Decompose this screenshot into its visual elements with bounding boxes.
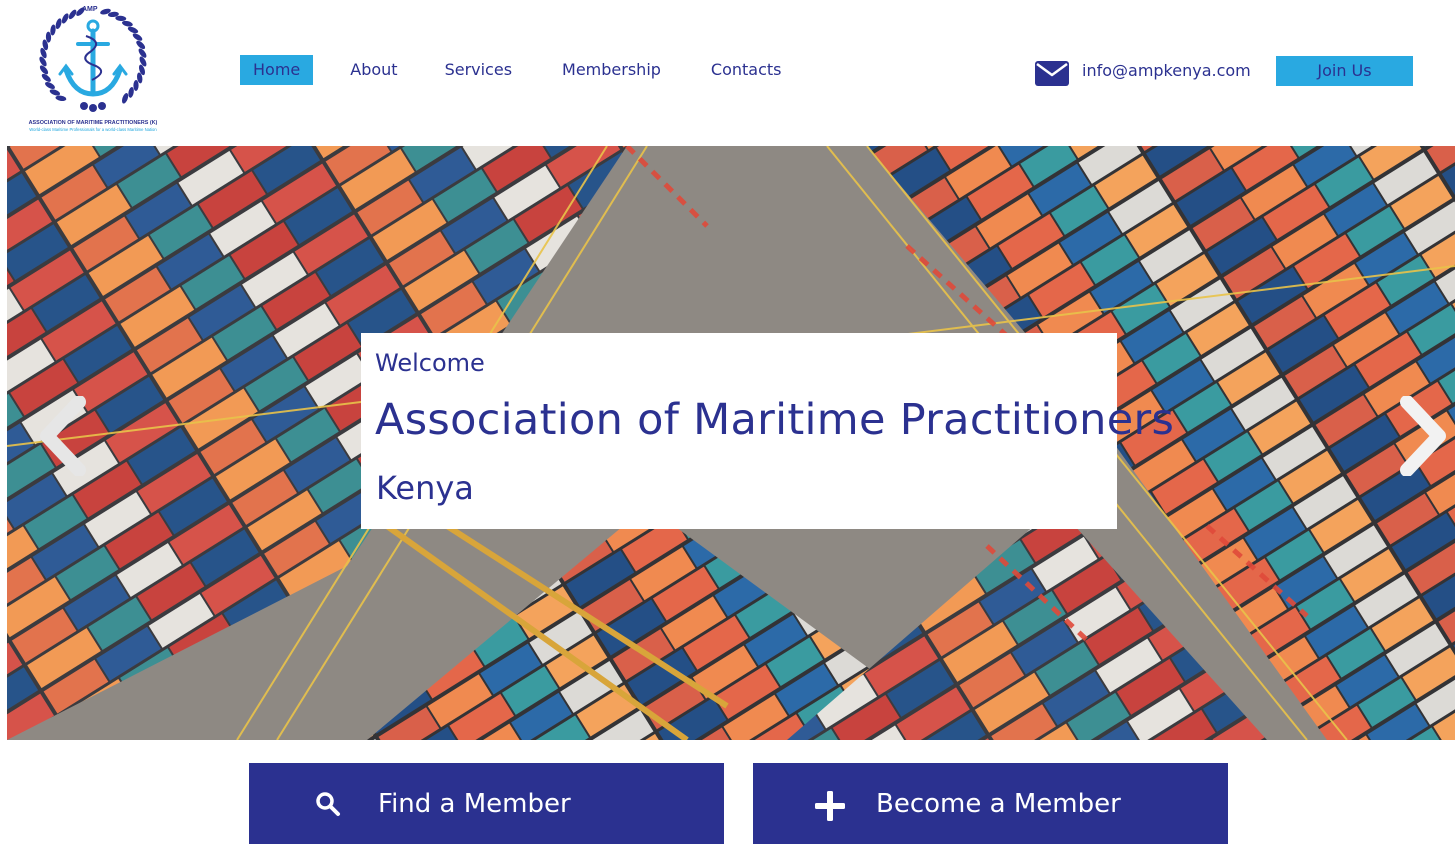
- become-member-button[interactable]: Become a Member: [753, 763, 1228, 844]
- logo-tagline: World-class Maritime Professionals for a…: [29, 127, 157, 132]
- join-us-button[interactable]: Join Us: [1276, 56, 1413, 86]
- wreath-leaf: [55, 95, 67, 102]
- wreath-leaf: [132, 33, 143, 41]
- nav-membership[interactable]: Membership: [562, 55, 661, 85]
- main-nav: Home About Services Membership Contacts: [240, 55, 782, 85]
- find-member-label: Find a Member: [378, 789, 571, 819]
- welcome-card: Welcome Association of Maritime Practiti…: [361, 333, 1174, 529]
- wreath-leaf: [45, 81, 55, 90]
- contact-email-link[interactable]: info@ampkenya.com: [1082, 58, 1251, 84]
- slider-next-button[interactable]: [1391, 396, 1451, 476]
- wreath-leaf: [50, 24, 56, 36]
- wreath-leaf: [127, 26, 139, 34]
- wreath-leaf: [128, 86, 134, 98]
- slider-prev-button[interactable]: [35, 396, 95, 476]
- hero-slider: Welcome Association of Maritime Practiti…: [7, 146, 1455, 740]
- hero-subtitle: Kenya: [376, 469, 474, 507]
- welcome-label: Welcome: [375, 349, 485, 377]
- plus-icon: [815, 791, 845, 821]
- nav-home[interactable]: Home: [240, 55, 314, 85]
- wreath-leaf: [122, 93, 129, 104]
- wreath-leaf: [115, 15, 127, 22]
- nav-contacts[interactable]: Contacts: [711, 55, 782, 85]
- wreath-leaf: [61, 13, 69, 24]
- wreath-leaf: [49, 89, 61, 96]
- search-icon: [316, 792, 340, 816]
- anchor-wreath-icon: [39, 7, 147, 112]
- nav-services[interactable]: Services: [445, 55, 512, 85]
- wreath-leaf: [39, 56, 47, 67]
- become-member-label: Become a Member: [876, 789, 1121, 819]
- wreath-leaf: [55, 18, 62, 30]
- hero-title: Association of Maritime Practitioners: [375, 395, 1175, 445]
- logo-name: ASSOCIATION OF MARITIME PRACTITIONERS (K…: [28, 120, 158, 126]
- chevron-right-icon: [1400, 396, 1446, 476]
- wreath-leaf: [122, 20, 133, 27]
- chevron-left-icon: [40, 396, 86, 476]
- site-logo[interactable]: AMP ASSOCIATION OF MARITIME PRACTITIONER…: [26, 4, 160, 134]
- envelope-icon: [1035, 61, 1069, 86]
- find-member-button[interactable]: Find a Member: [249, 763, 724, 844]
- wreath-leaf: [133, 80, 139, 91]
- nav-about[interactable]: About: [350, 55, 397, 85]
- logo-amp-text: AMP: [82, 6, 98, 13]
